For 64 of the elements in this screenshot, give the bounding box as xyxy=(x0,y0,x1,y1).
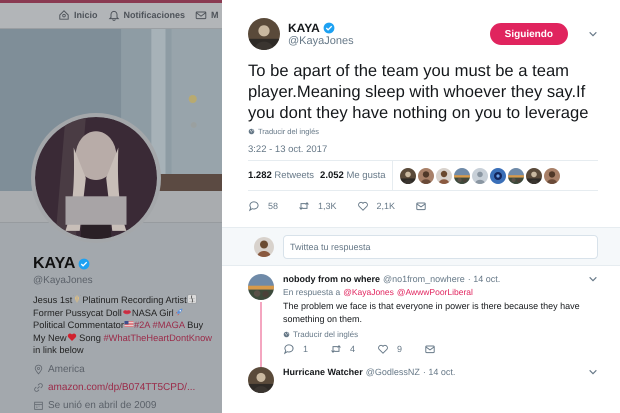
reply-button[interactable]: 1 xyxy=(283,343,308,355)
nav-link[interactable]: M xyxy=(195,9,219,22)
location-pin-icon xyxy=(33,364,44,374)
verified-badge-icon xyxy=(78,258,90,270)
globe-icon xyxy=(283,331,290,338)
reply-icon xyxy=(248,200,260,212)
mention-link[interactable]: @KayaJones xyxy=(343,287,394,297)
chevron-down-icon[interactable] xyxy=(588,29,598,39)
heart-icon xyxy=(356,200,369,212)
translate-link[interactable]: Traducir del inglés xyxy=(283,330,598,339)
like-button[interactable]: 9 xyxy=(377,343,402,355)
chevron-down-icon[interactable] xyxy=(588,367,598,377)
envelope-icon xyxy=(415,200,428,212)
retweet-icon xyxy=(298,200,310,212)
verified-badge-icon xyxy=(322,22,335,34)
tweet-text: To be apart of the team you must be a team player.Meaning sleep with whoever they say.If you dont they have nothing on you to leverage xyxy=(248,60,590,123)
envelope-icon xyxy=(424,343,436,355)
timestamp: 3:22 - 13 oct. 2017 xyxy=(248,144,598,161)
reply-author-name: Hurricane Watcher xyxy=(283,367,363,377)
profile-name: KAYA xyxy=(33,255,76,274)
bell-icon xyxy=(108,9,120,22)
heart-icon xyxy=(377,343,390,355)
reply-author-handle: @GodlessNZ xyxy=(366,367,420,377)
mail-icon xyxy=(195,9,208,22)
joined-date-text: Se unió en abril de 2009 xyxy=(48,400,156,410)
link-icon xyxy=(33,382,44,392)
profile-bio: Jesus 1st Platinum Recording Artist Former Pussycat Doll NASA Girl Political Commentator #2A #MAGA Buy My New Song #WhatTheHeartDontKnow in link below xyxy=(33,294,213,357)
chevron-down-icon[interactable] xyxy=(588,274,598,284)
globe-icon xyxy=(248,128,255,135)
author-handle: @KayaJones xyxy=(288,35,355,47)
retweet-icon xyxy=(330,343,342,355)
music-icon xyxy=(186,294,197,304)
location-text: America xyxy=(48,364,85,374)
mention-link[interactable]: @AwwwPoorLiberal xyxy=(396,287,473,297)
like-button[interactable]: 2,1K xyxy=(356,200,396,212)
profile-handle: @KayaJones xyxy=(33,275,94,286)
message-button[interactable] xyxy=(415,200,428,212)
retweet-button[interactable]: 1,3K xyxy=(298,200,337,212)
following-button[interactable]: Siguiendo xyxy=(490,23,568,45)
thread-line xyxy=(260,302,262,367)
in-reply-to-label: En respuesta a xyxy=(283,287,340,297)
retweets-count[interactable]: 1.282 Retweets xyxy=(248,170,314,181)
hashtag-link[interactable]: #2A #MAGA xyxy=(134,320,185,330)
reply-date: · 14 oct. xyxy=(422,367,456,377)
nav-link[interactable]: Notificaciones xyxy=(108,9,186,22)
heart-emoji-icon xyxy=(66,332,77,342)
likes-count[interactable]: 2.052 Me gusta xyxy=(320,170,386,181)
hashtag-link[interactable]: #WhatTheHeartDontKnow xyxy=(103,332,212,343)
message-button[interactable] xyxy=(424,343,436,355)
reply-text: The problem we face is that everyone in power is there because they have something on them. xyxy=(283,300,581,326)
reply-date: · 14 oct. xyxy=(468,274,500,284)
reply-input-field[interactable]: Twittea tu respuesta xyxy=(283,235,598,259)
nav-link[interactable]: Inicio xyxy=(58,9,98,22)
reply-icon xyxy=(283,343,295,355)
website-link[interactable]: amazon.com/dp/B074TT5CPD/... xyxy=(48,382,196,392)
reply-author-name: nobody from no where xyxy=(283,274,380,284)
rocket-icon xyxy=(174,306,184,317)
calendar-icon xyxy=(33,400,44,410)
flag-icon xyxy=(124,319,134,330)
reply-author-handle: @no1from_nowhere xyxy=(383,274,465,284)
home-icon xyxy=(58,9,70,22)
retweet-button[interactable]: 4 xyxy=(330,343,356,355)
reply-button[interactable]: 58 xyxy=(248,200,278,212)
author-name: KAYA xyxy=(288,21,320,35)
